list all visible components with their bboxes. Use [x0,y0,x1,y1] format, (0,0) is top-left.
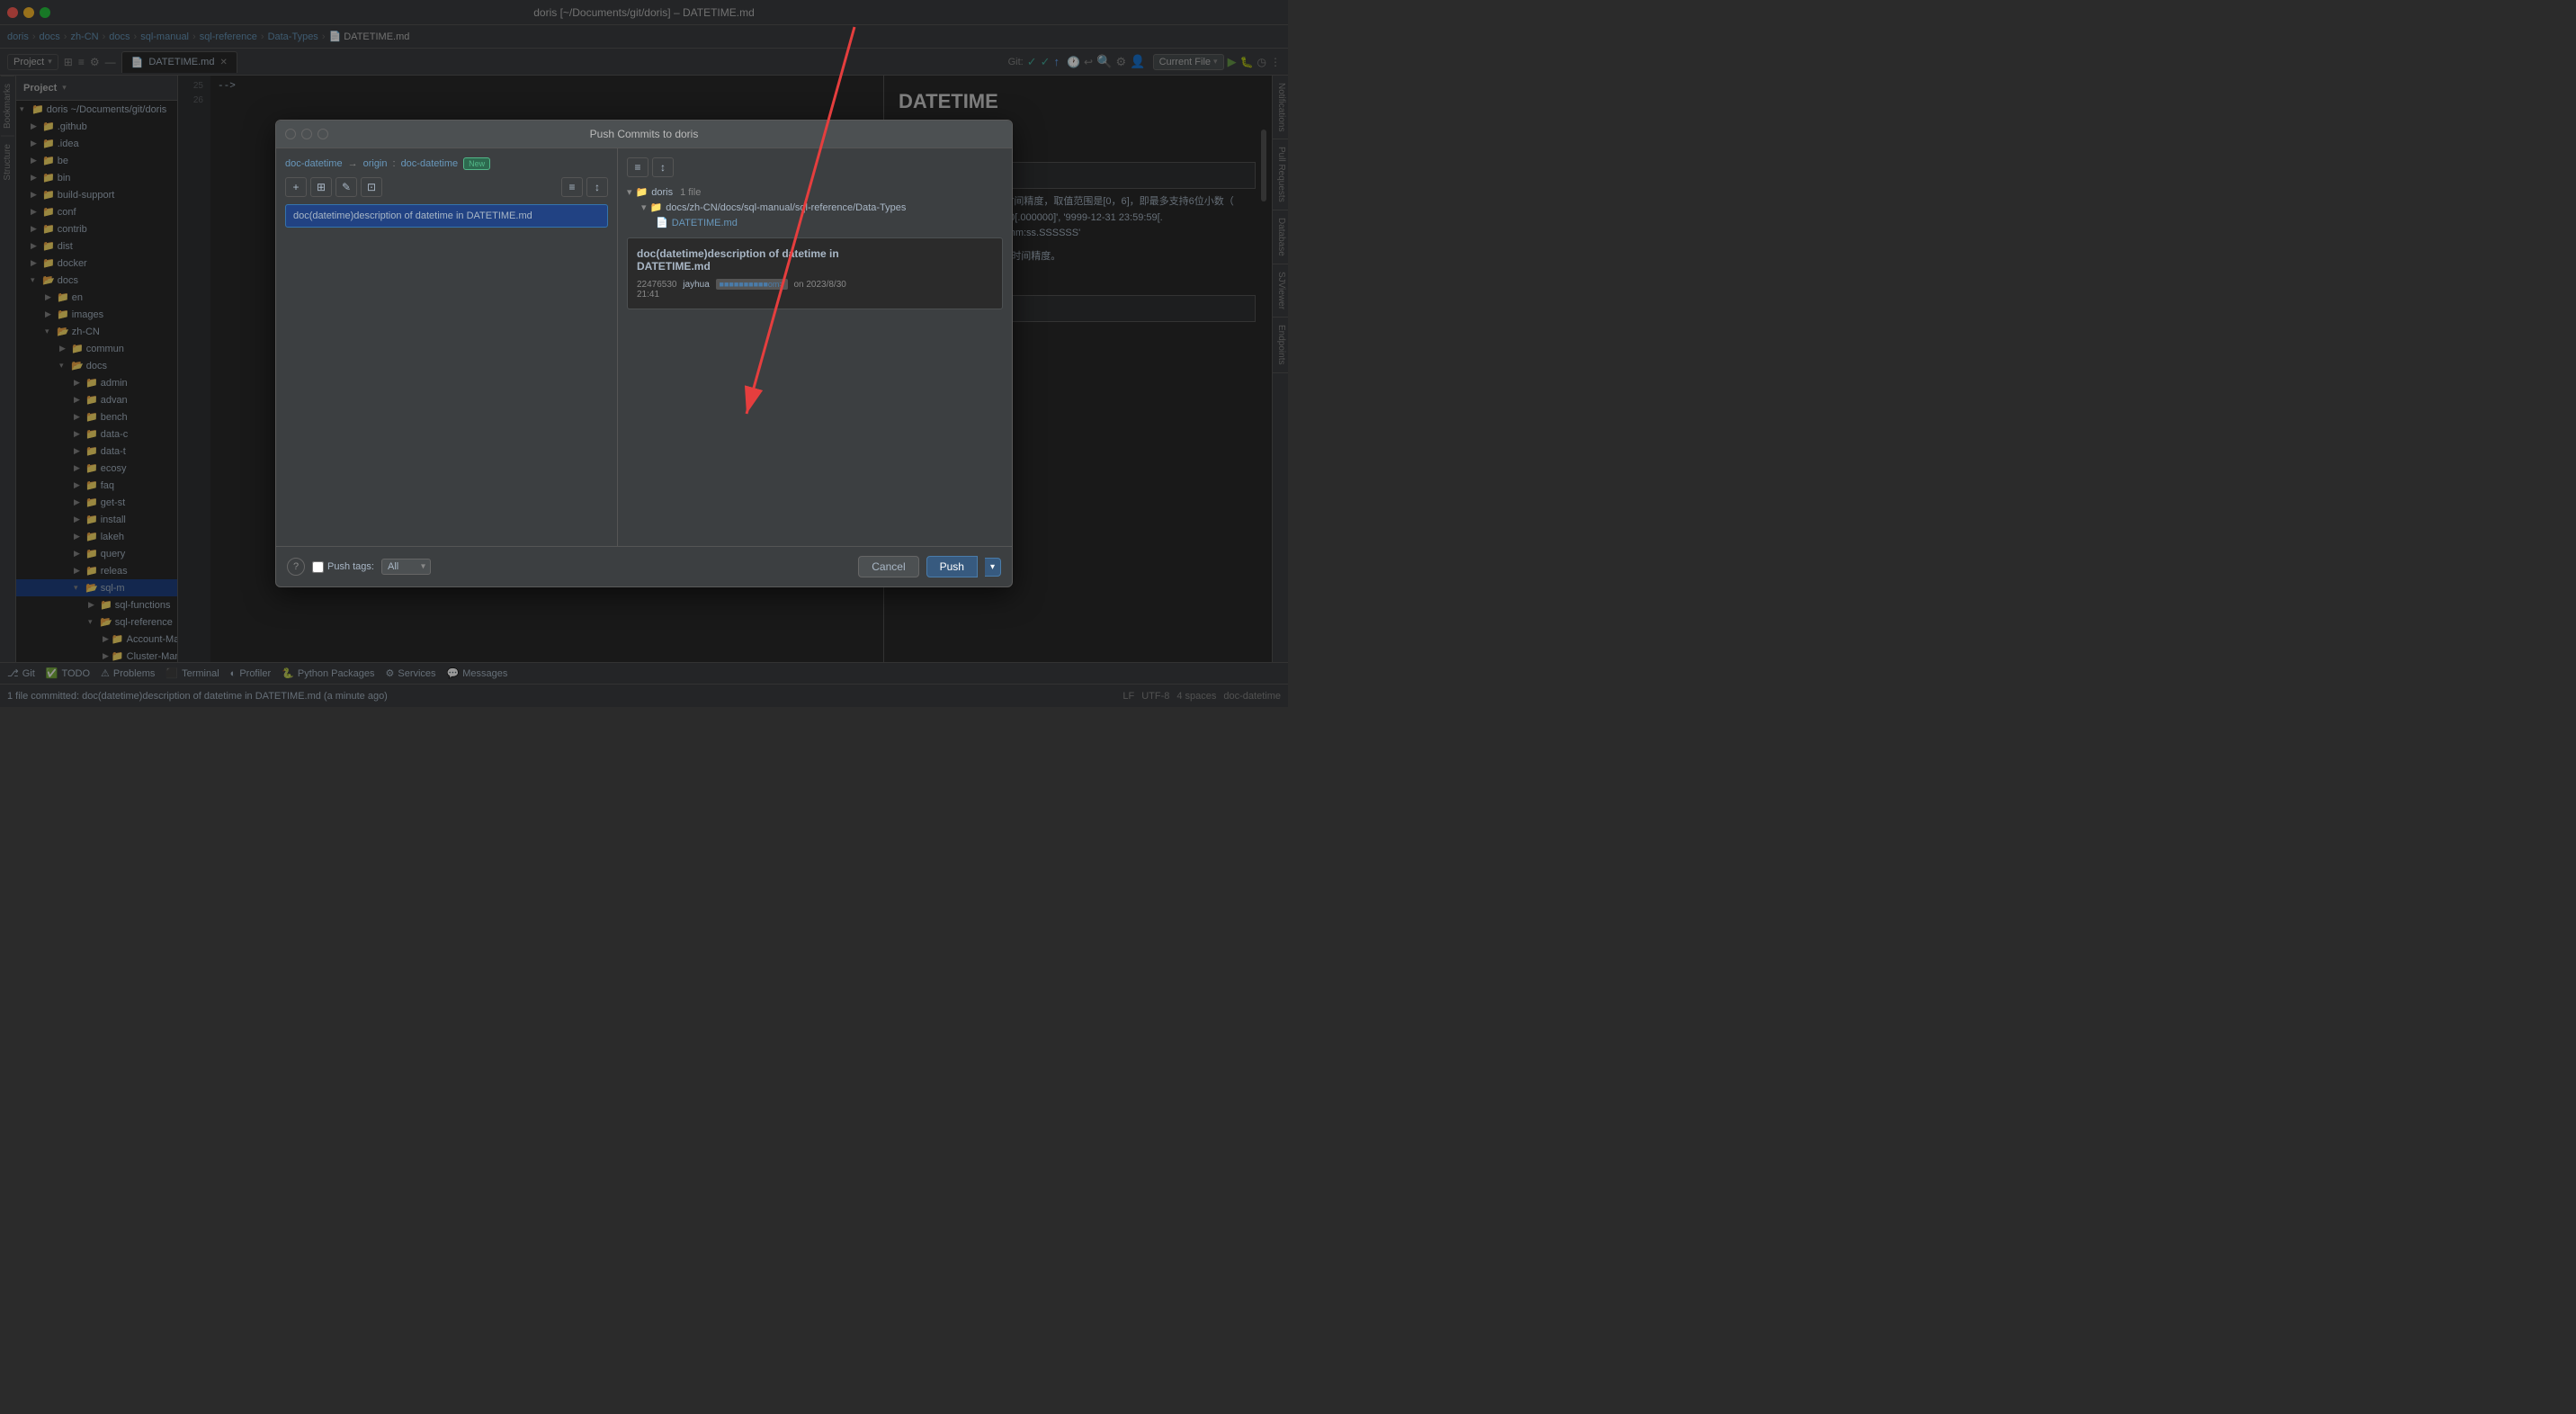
branch-to: doc-datetime [401,158,459,169]
dialog-traffic-lights [285,129,328,139]
add-commit-btn[interactable]: + [285,177,307,197]
dialog-body: doc-datetime → origin : doc-datetime New… [276,148,1012,546]
sort-btn[interactable]: ↕ [586,177,608,197]
dialog-left-panel: doc-datetime → origin : doc-datetime New… [276,148,618,546]
file-name: DATETIME.md [672,218,738,228]
edit-btn[interactable]: ✎ [335,177,357,197]
push-dialog: Push Commits to doris doc-datetime → ori… [275,120,1013,587]
root-chevron-icon: ▾ [627,186,632,198]
dialog-toolbar: + ⊞ ✎ ⊡ ≡ ↕ [285,177,608,197]
push-button[interactable]: Push [926,556,978,577]
dialog-close-btn[interactable] [285,129,296,139]
dialog-min-btn[interactable] [301,129,312,139]
grid-view-btn[interactable]: ⊞ [310,177,332,197]
commit-detail-message: doc(datetime)description of datetime inD… [637,247,993,273]
right-filter-btn[interactable]: ≡ [627,157,648,177]
commit-email-badge: ■■■■■■■■■■om> [716,279,788,290]
cancel-button[interactable]: Cancel [858,556,918,577]
push-tags-label[interactable]: Push tags: [327,561,374,572]
commit-message-text: doc(datetime)description of datetime in … [293,210,532,221]
dialog-title: Push Commits to doris [590,128,699,140]
dialog-right-panel: ≡ ↕ ▾ 📁 doris 1 file ▾ 📁 docs/zh-CN/docs… [618,148,1012,546]
branch-from: doc-datetime [285,158,343,169]
push-tags-checkbox[interactable] [312,561,324,573]
colon-sep: : [393,158,396,169]
commit-date: on 2023/8/30 [793,280,845,290]
file-tree-root-label: doris [651,187,673,198]
dialog-footer: ? Push tags: All None Cancel Push ▾ [276,546,1012,586]
push-tags-select[interactable]: All None [381,559,431,575]
expand-btn[interactable]: ⊡ [361,177,382,197]
file-tree-root[interactable]: ▾ 📁 doris 1 file [627,184,1003,200]
commit-time: 21:41 [637,290,659,300]
commit-detail-meta: 22476530 jayhua ■■■■■■■■■■om> on 2023/8/… [637,280,993,300]
path-folder-icon: 📁 [650,201,663,213]
push-tags-select-wrap: All None [381,559,431,575]
dialog-titlebar: Push Commits to doris [276,121,1012,148]
file-tree-path[interactable]: ▾ 📁 docs/zh-CN/docs/sql-manual/sql-refer… [627,200,1003,215]
commit-detail: doc(datetime)description of datetime inD… [627,237,1003,309]
file-count: 1 file [680,187,701,198]
commit-author: jayhua [683,280,709,290]
new-badge: New [463,157,490,170]
branch-origin: origin [363,158,388,169]
right-sort-btn[interactable]: ↕ [652,157,674,177]
path-chevron-icon: ▾ [641,201,647,213]
file-tree-path-label: docs/zh-CN/docs/sql-manual/sql-reference… [666,202,906,213]
help-button[interactable]: ? [287,558,305,576]
branch-row: doc-datetime → origin : doc-datetime New [285,157,608,170]
file-icon: 📄 [656,217,668,228]
push-dropdown-button[interactable]: ▾ [985,558,1001,577]
branch-arrow-icon: → [348,158,358,169]
dialog-right-toolbar: ≡ ↕ [627,157,1003,177]
file-tree: ▾ 📁 doris 1 file ▾ 📁 docs/zh-CN/docs/sql… [627,184,1003,230]
dialog-max-btn[interactable] [318,129,328,139]
push-tags-check: Push tags: [312,561,374,573]
commit-hash: 22476530 [637,280,677,290]
commit-item-selected[interactable]: doc(datetime)description of datetime in … [285,204,608,228]
root-folder-icon: 📁 [636,186,648,198]
filter-btn[interactable]: ≡ [561,177,583,197]
modal-overlay: Push Commits to doris doc-datetime → ori… [0,0,1288,707]
file-tree-file[interactable]: 📄 DATETIME.md [627,215,1003,230]
